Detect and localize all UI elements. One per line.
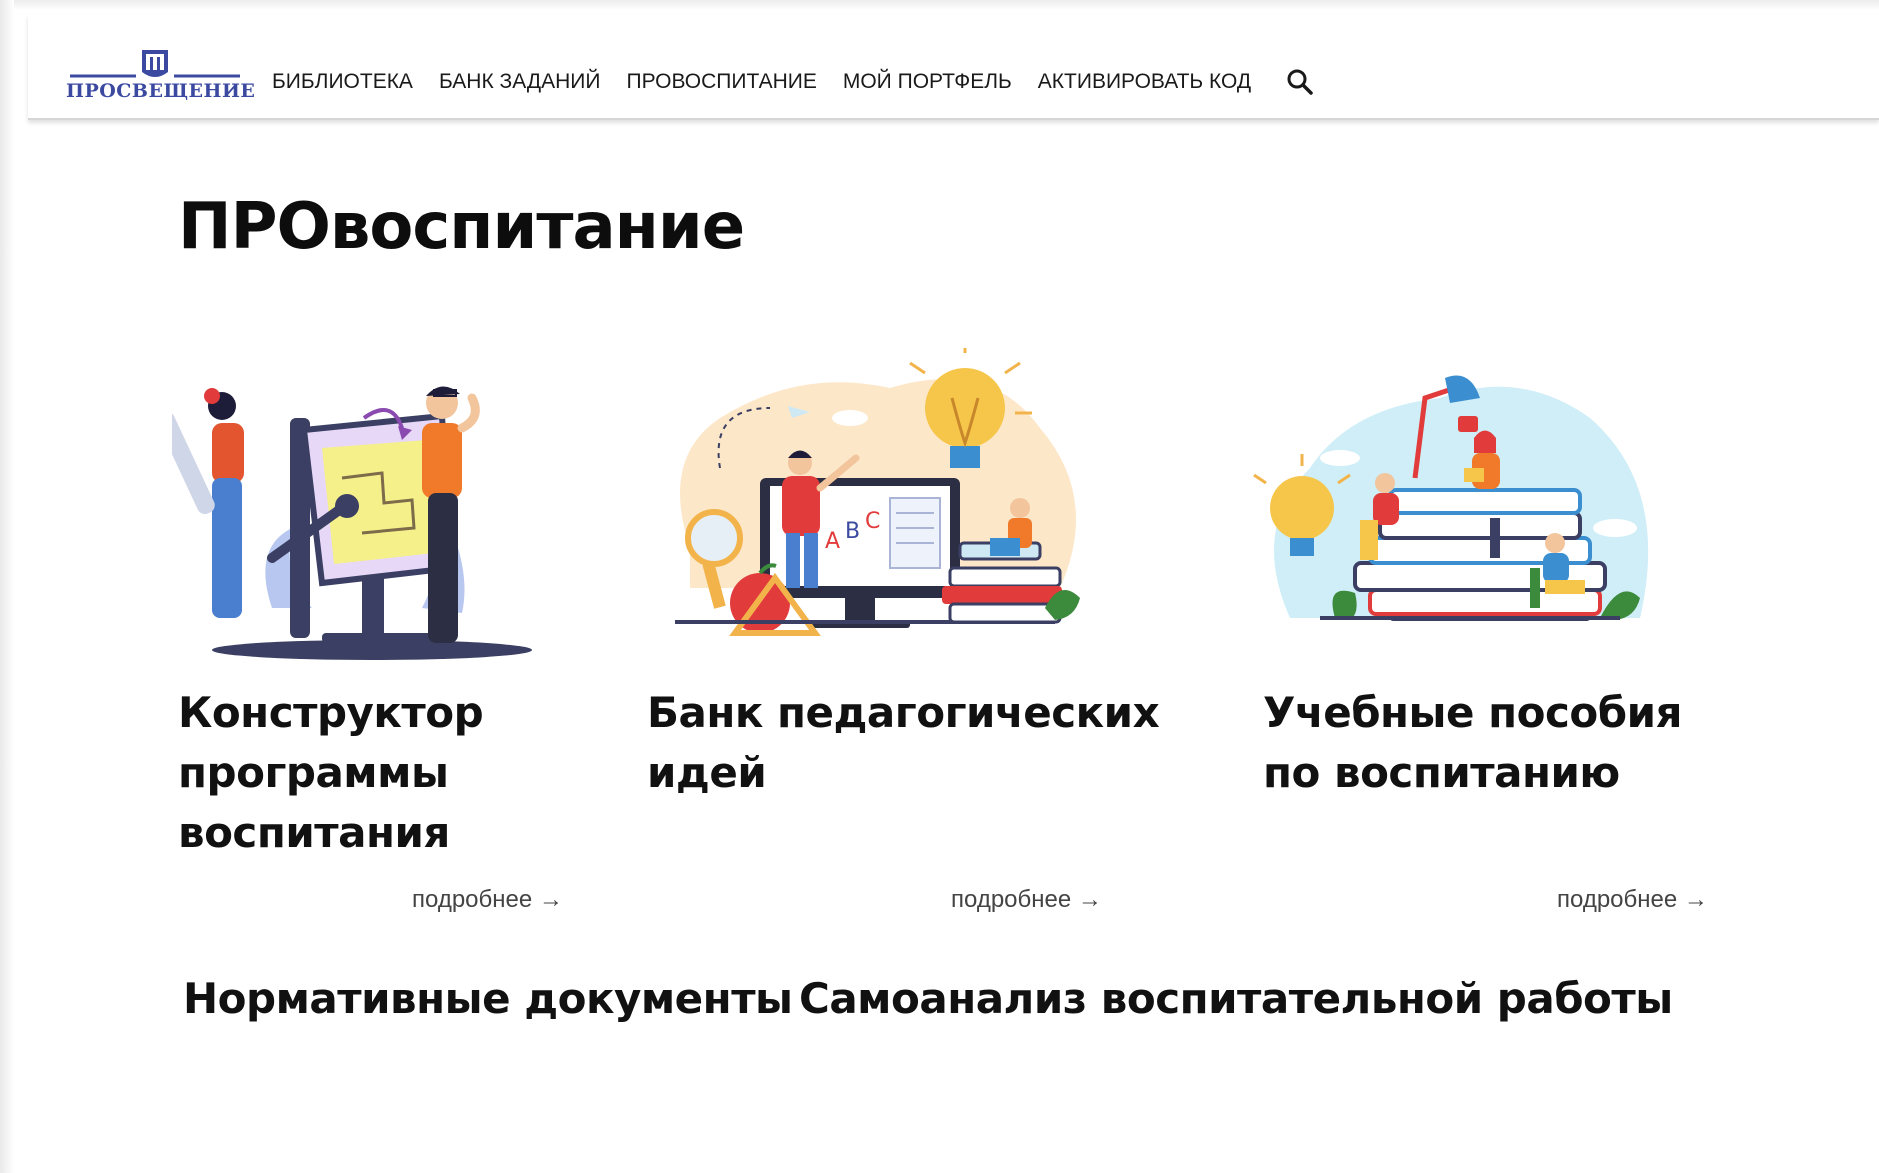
svg-text:B: B [845, 519, 860, 544]
card-title-line: по воспитанию [1263, 748, 1620, 797]
card-title-line: воспитания [178, 808, 450, 857]
drafting-board-people-illustration [172, 386, 532, 660]
site-header: ПРОСВЕЩЕНИЕ БИБЛИОТЕКА БАНК ЗАДАНИЙ ПРОВ… [28, 14, 1879, 120]
window-left-edge [0, 0, 14, 1173]
main-nav: БИБЛИОТЕКА БАНК ЗАДАНИЙ ПРОВОСПИТАНИЕ МО… [272, 66, 1277, 98]
card-ideas-bank-title[interactable]: Банк педагогических идей [647, 683, 1167, 803]
svg-text:A: A [825, 529, 840, 554]
card-title-line: идей [647, 748, 767, 797]
brand-name: ПРОСВЕЩЕНИЕ [66, 80, 256, 102]
nav-item-library[interactable]: БИБЛИОТЕКА [272, 70, 413, 94]
books-stack-readers-illustration [1253, 375, 1649, 621]
card-title-line: Конструктор [178, 688, 484, 737]
card-manuals-title[interactable]: Учебные пособия по воспитанию [1263, 683, 1783, 803]
nav-item-activate-code[interactable]: АКТИВИРОВАТЬ КОД [1038, 70, 1251, 94]
nav-item-provospitanie[interactable]: ПРОВОСПИТАНИЕ [626, 70, 816, 94]
search-icon [1287, 69, 1313, 95]
teacher-monitor-lightbulb-illustration: A B C [675, 348, 1080, 636]
card-constructor-title[interactable]: Конструктор программы воспитания [178, 683, 608, 863]
card-title-line: Банк педагогических [647, 688, 1160, 737]
card-constructor-more-link[interactable]: подробнее → [412, 886, 563, 914]
logo-emblem-icon [70, 50, 240, 78]
page-title: ПРОвоспитание [178, 190, 745, 264]
section-self-analysis[interactable]: Самоанализ воспитательной работы [799, 974, 1673, 1023]
window-top-edge [0, 0, 1879, 10]
section-normative-documents[interactable]: Нормативные документы [183, 974, 793, 1023]
search-button[interactable] [1284, 66, 1316, 98]
nav-item-task-bank[interactable]: БАНК ЗАДАНИЙ [439, 70, 601, 94]
card-ideas-bank-more-link[interactable]: подробнее → [951, 886, 1102, 914]
card-manuals-more-link[interactable]: подробнее → [1557, 886, 1708, 914]
card-title-line: Учебные пособия [1263, 688, 1682, 737]
nav-item-my-portfolio[interactable]: МОЙ ПОРТФЕЛЬ [843, 70, 1012, 94]
brand-logo[interactable]: ПРОСВЕЩЕНИЕ [66, 42, 256, 106]
card-title-line: программы [178, 748, 449, 797]
page-frame: ПРОСВЕЩЕНИЕ БИБЛИОТЕКА БАНК ЗАДАНИЙ ПРОВ… [0, 0, 1879, 1173]
svg-text:C: C [865, 509, 880, 534]
